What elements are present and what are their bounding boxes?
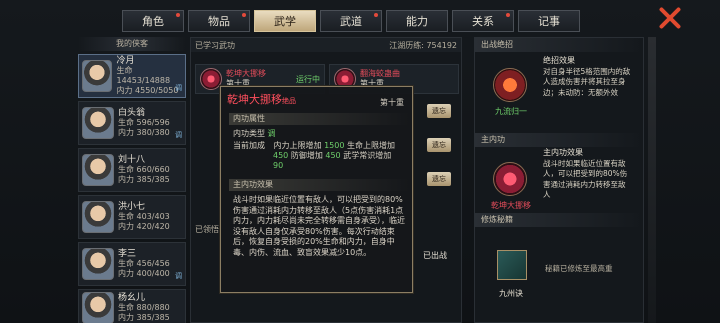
close-icon[interactable]: [656, 6, 684, 30]
skill-name: 乾坤大挪移: [226, 69, 266, 78]
tab-martial-way[interactable]: 武道: [320, 10, 382, 32]
forget-button[interactable]: 遗忘: [427, 172, 451, 186]
section-manual: 修炼秘籍: [475, 213, 643, 227]
section-main-effect: 主内功效果: [229, 179, 409, 191]
hero-item[interactable]: 杨幺儿 生命 880/880 内力 385/385: [78, 289, 186, 323]
section-internal-attr: 内功属性: [229, 113, 409, 125]
skills-header: 已学习武功 江湖历练: 754192: [191, 38, 461, 52]
skills-title: 已学习武功: [195, 40, 235, 50]
skill-name: 翻海蛟蛊曲: [360, 69, 400, 78]
hero-tag: 调: [175, 84, 182, 92]
hero-name: 白头翁: [118, 108, 146, 118]
forget-button[interactable]: 遗忘: [427, 138, 451, 152]
section-main-internal: 主内功: [475, 133, 643, 147]
hero-mp: 内力 385/385: [118, 175, 170, 184]
avatar: [82, 201, 114, 233]
internal-type: 内功类型 调: [233, 129, 276, 138]
hero-hp: 生命 660/660: [118, 165, 170, 174]
tab-relations[interactable]: 关系: [452, 10, 514, 32]
known-label: 已领悟: [195, 225, 219, 234]
skill-tooltip: 乾坤大挪移绝品 第十重 内功属性 内功类型 调 当前加成 内力上限增加 1500…: [220, 86, 413, 293]
section-ultimate: 出战绝招: [475, 38, 643, 52]
forget-button[interactable]: 遗忘: [427, 104, 451, 118]
hero-item[interactable]: 李三 生命 456/456 内力 400/400 调: [78, 242, 186, 286]
manual-status: 秘籍已修炼至最高重: [545, 264, 613, 273]
ultimate-skill-icon[interactable]: [493, 68, 527, 102]
window-frame-edge: [648, 37, 656, 323]
hero-mp: 内力 420/420: [118, 222, 170, 231]
experience-counter: 江湖历练: 754192: [389, 40, 457, 50]
hero-name: 洪小七: [118, 202, 146, 212]
ultimate-effect: 绝招效果 对自身半径5格范围内的敌人造成伤害并将其拉至身边；未动防：无额外效: [543, 56, 631, 97]
hero-mp: 内力 400/400: [118, 269, 170, 278]
hero-tag: 调: [175, 272, 182, 280]
notification-dot: [506, 13, 510, 17]
hero-tag: 调: [175, 131, 182, 139]
top-tab-bar: 角色 物品 武学 武道 能力 关系 记事: [122, 10, 580, 32]
tab-martial-arts[interactable]: 武学: [254, 10, 316, 32]
hero-list-title: 我的侠客: [78, 37, 186, 51]
manual-name: 九州诀: [499, 289, 523, 298]
notification-dot: [176, 13, 180, 17]
hero-name: 杨幺儿: [118, 293, 146, 303]
hero-item[interactable]: 刘十八 生命 660/660 内力 385/385: [78, 148, 186, 192]
hero-name: 刘十八: [118, 155, 146, 165]
tab-ability[interactable]: 能力: [386, 10, 448, 32]
tab-items[interactable]: 物品: [188, 10, 250, 32]
avatar: [82, 154, 114, 186]
hero-name: 李三: [118, 249, 137, 259]
loadout-panel: 出战绝招 九流归一 绝招效果 对自身半径5格范围内的敌人造成伤害并将其拉至身边；…: [474, 37, 644, 323]
avatar: [82, 60, 113, 92]
skill-status: 运行中: [296, 75, 320, 84]
hero-item[interactable]: 冷月 生命 14453/14888 内力 4550/5050 调: [78, 54, 186, 98]
hero-hp: 生命 403/403: [118, 212, 170, 221]
hero-item[interactable]: 洪小七 生命 403/403 内力 420/420: [78, 195, 186, 239]
hero-hp: 生命 880/880: [118, 303, 170, 312]
skill-icon: [200, 68, 222, 90]
hero-name: 冷月: [116, 56, 135, 66]
main-internal-name: 乾坤大挪移: [491, 201, 531, 210]
avatar: [82, 248, 114, 280]
tab-journal[interactable]: 记事: [518, 10, 580, 32]
notification-dot: [242, 13, 246, 17]
hero-mp: 内力 385/385: [118, 313, 170, 322]
manual-book-icon[interactable]: [497, 250, 527, 280]
game-screen: 角色 物品 武学 武道 能力 关系 记事 我的侠客 冷月 生命 14453/14…: [0, 0, 720, 323]
hero-item[interactable]: 白头翁 生命 596/596 内力 380/380 调: [78, 101, 186, 145]
ultimate-name: 九流归一: [495, 107, 527, 116]
tooltip-level: 第十重: [380, 98, 404, 107]
battle-status: 已出战: [423, 251, 447, 260]
notification-dot: [374, 13, 378, 17]
hero-mp: 内力 380/380: [118, 128, 170, 137]
hero-hp: 生命 456/456: [118, 259, 170, 268]
avatar: [82, 107, 114, 139]
main-internal-effect: 主内功效果 战斗时如果临近位置有敌人，可以把受到的80%伤害通过消耗内力转移至敌…: [543, 148, 628, 199]
tooltip-title: 乾坤大挪移绝品: [227, 93, 296, 106]
current-bonus: 当前加成 内力上限增加 1500 生命上限增加 450 防御增加 450 武学常…: [233, 141, 395, 170]
main-internal-skill-icon[interactable]: [493, 162, 527, 196]
tooltip-description: 战斗时如果临近位置有敌人，可以把受到的80%伤害通过消耗内力转移至敌人（5点伤害…: [233, 195, 405, 257]
tab-role[interactable]: 角色: [122, 10, 184, 32]
hero-hp: 生命 596/596: [118, 118, 170, 127]
avatar: [82, 292, 114, 323]
hero-list: 我的侠客 冷月 生命 14453/14888 内力 4550/5050 调 白头…: [78, 37, 186, 323]
